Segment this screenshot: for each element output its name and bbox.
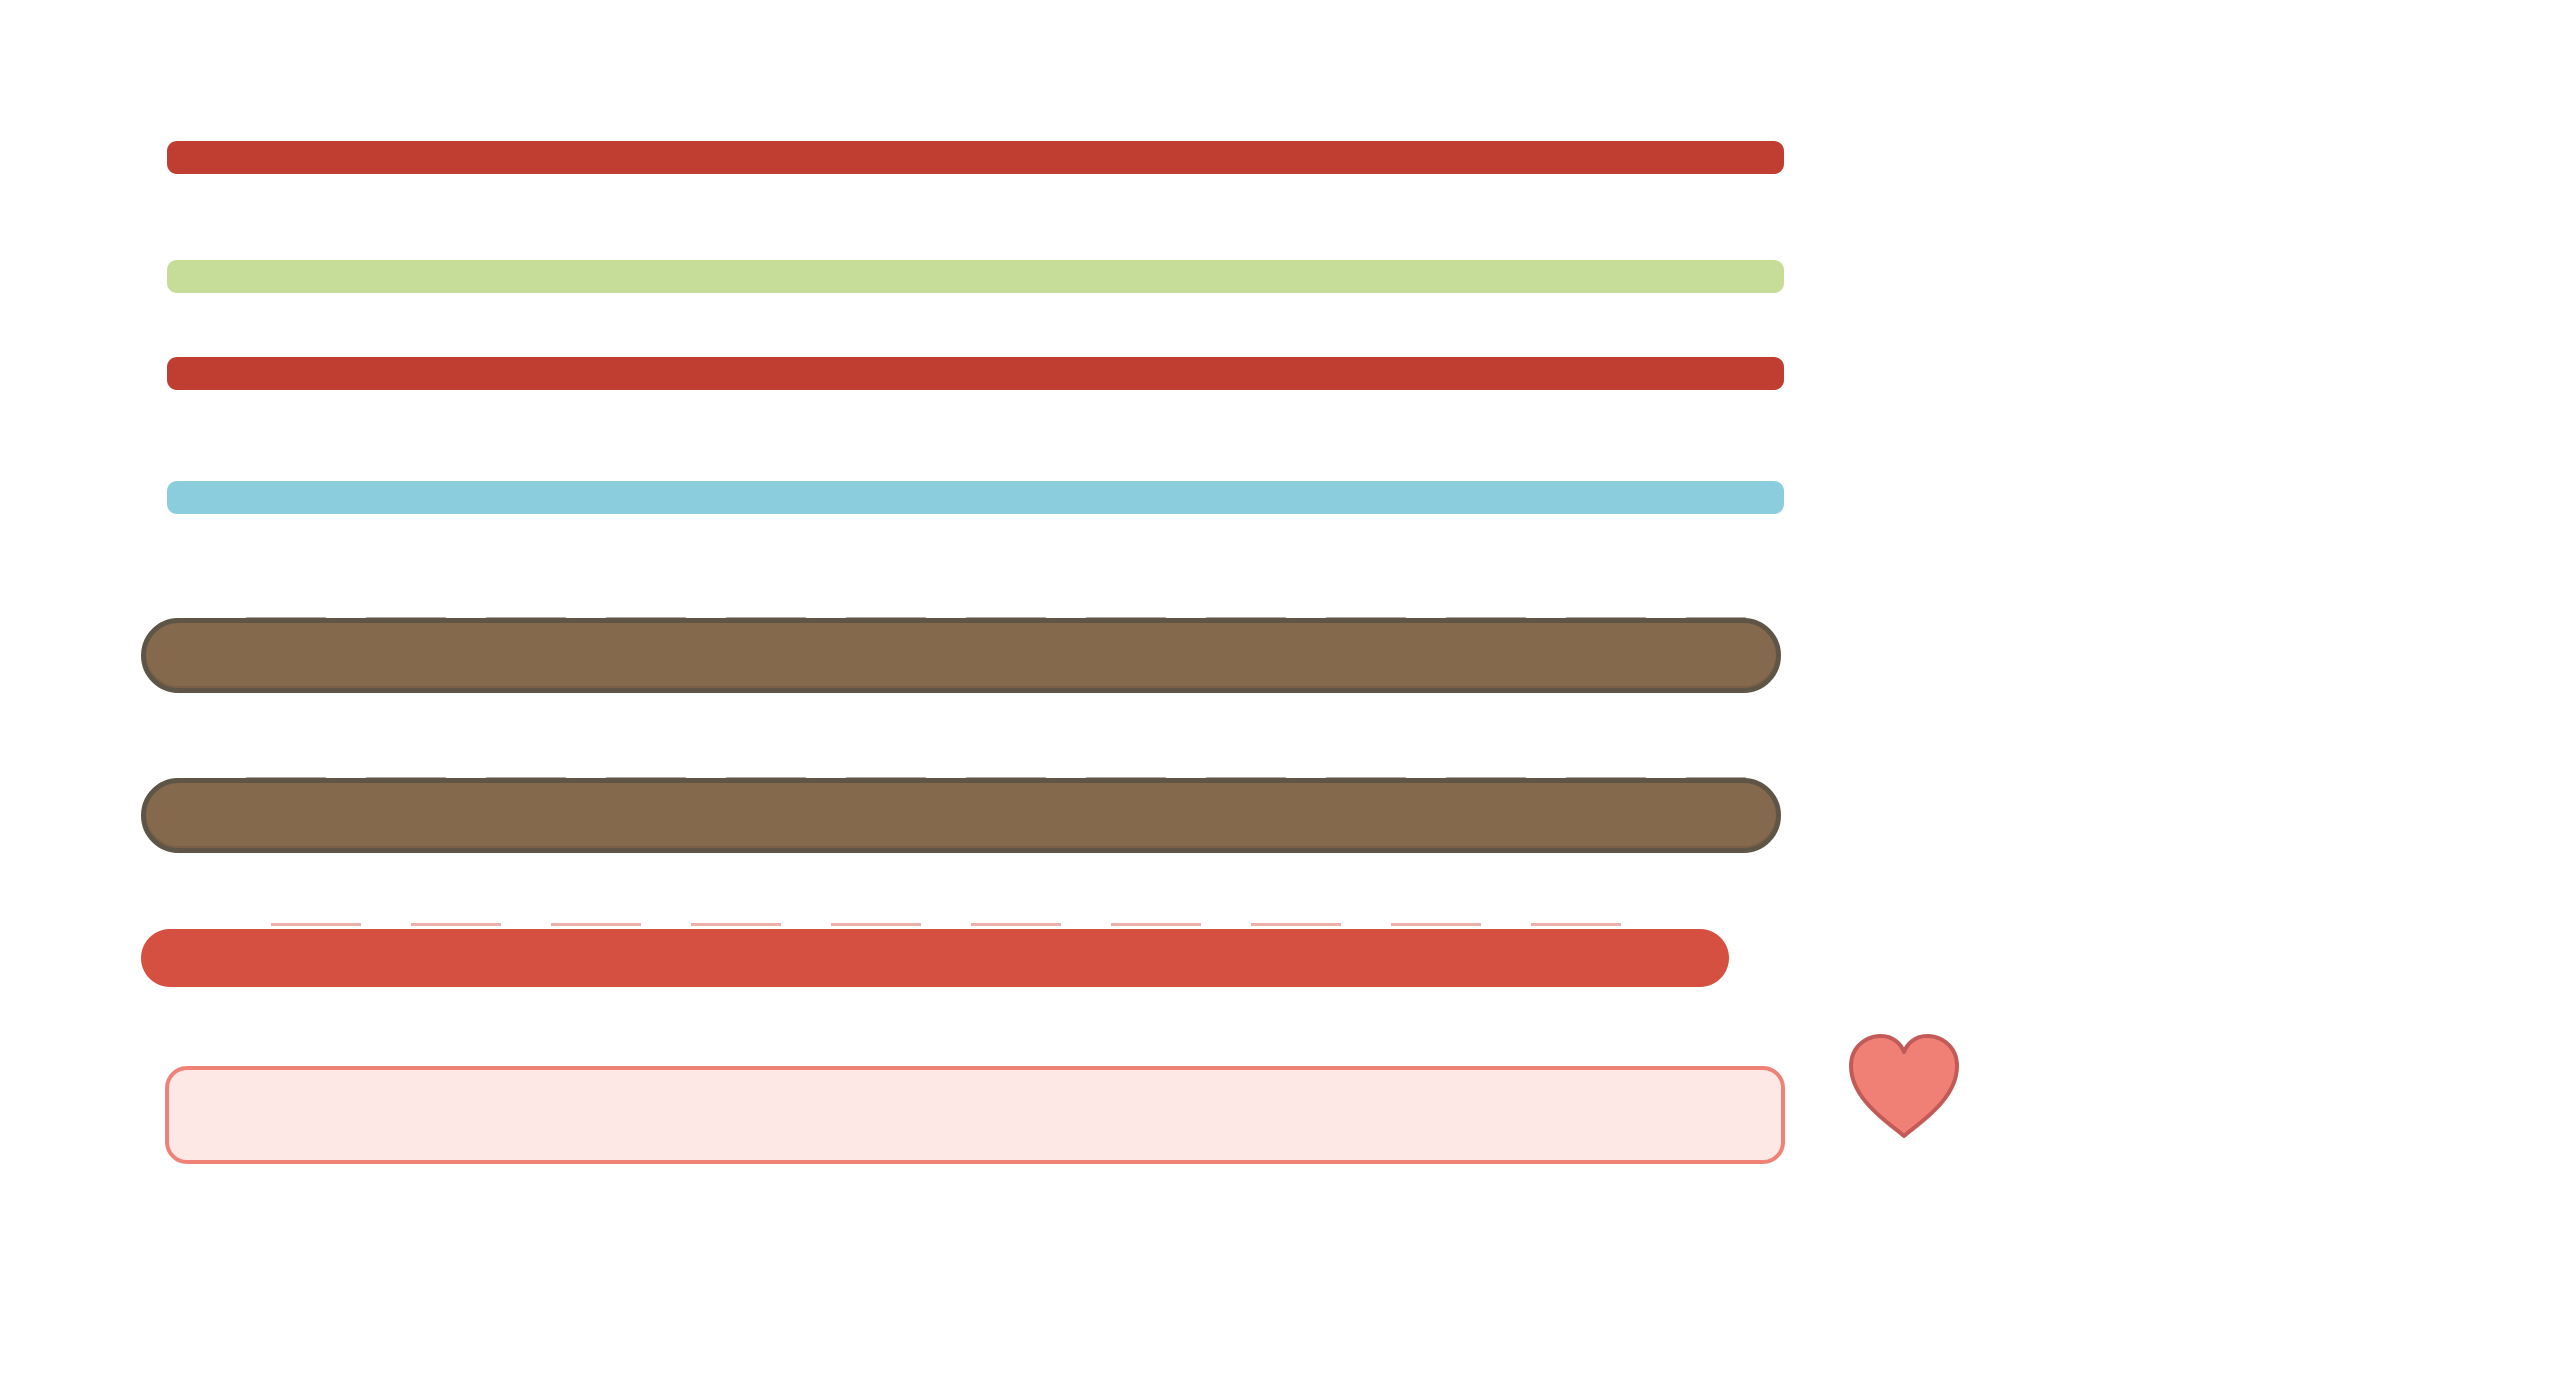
green-line-bar <box>167 260 1784 293</box>
blue-line-bar <box>167 481 1784 514</box>
red-brush-bar <box>141 923 1729 987</box>
heart-icon[interactable] <box>1845 1032 1963 1144</box>
brown-sketch-bar <box>141 617 1781 693</box>
canvas <box>0 0 2560 1377</box>
pink-outlined-bar <box>165 1066 1785 1164</box>
red-line-bar <box>167 141 1784 174</box>
brown-sketch-bar <box>141 777 1781 853</box>
red-line-bar <box>167 357 1784 390</box>
